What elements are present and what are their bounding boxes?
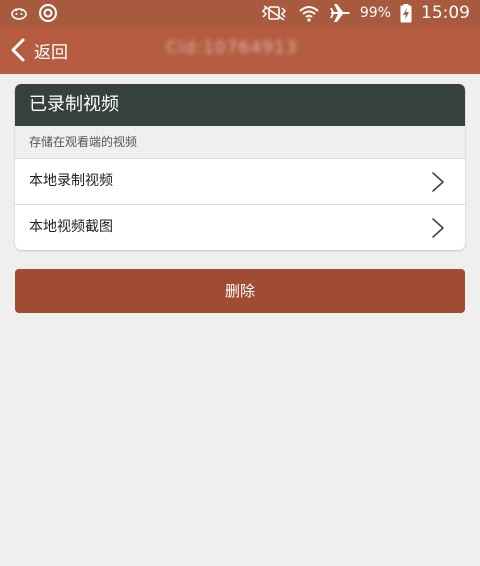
title-bar: 返回 Cid:10764913	[0, 26, 480, 74]
back-label: 返回	[34, 42, 68, 63]
local-recorded-videos-item[interactable]: 本地录制视频	[15, 159, 465, 205]
back-button[interactable]: 返回	[10, 32, 68, 68]
wifi-icon	[299, 6, 319, 22]
status-bar-left	[10, 3, 58, 23]
status-bar-right: 99% 15:09	[259, 2, 470, 24]
local-video-screenshots-item[interactable]: 本地视频截图	[15, 205, 465, 250]
list-item-label: 本地视频截图	[29, 219, 113, 235]
chevron-left-icon	[11, 38, 25, 62]
notification-icon	[11, 8, 27, 20]
battery-charging-icon	[400, 3, 412, 22]
list-item-label: 本地录制视频	[29, 173, 113, 189]
chevron-right-icon	[432, 172, 444, 192]
airplane-icon	[329, 4, 350, 22]
chevron-right-icon	[432, 218, 444, 238]
device-id: Cid:10764913	[166, 38, 298, 58]
recorded-videos-card: 已录制视频 存储在观看端的视频 本地录制视频 本地视频截图	[15, 84, 465, 250]
status-bar: 99% 15:09	[0, 0, 480, 26]
delete-button[interactable]: 删除	[15, 269, 465, 313]
vibrate-icon	[261, 5, 286, 21]
battery-percent: 99%	[359, 5, 391, 21]
circle-app-icon	[39, 4, 57, 22]
clock: 15:09	[421, 3, 470, 23]
card-subtitle: 存储在观看端的视频	[15, 126, 465, 159]
card-title: 已录制视频	[15, 84, 465, 126]
